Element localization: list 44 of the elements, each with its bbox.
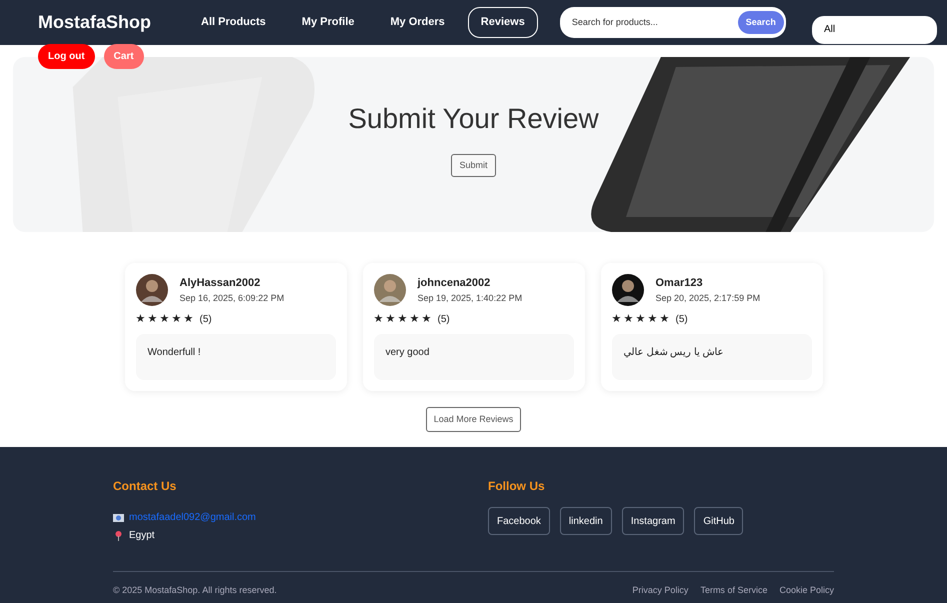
social-link[interactable]: linkedin — [560, 507, 612, 535]
follow-heading: Follow Us — [488, 478, 546, 495]
star-rating: ★ ★ ★ ★ ★ — [136, 312, 194, 327]
copyright-text: © 2025 MostafaShop. All rights reserved. — [113, 584, 277, 597]
rating-count: (5) — [438, 312, 450, 327]
avatar — [374, 274, 406, 306]
avatar — [612, 274, 644, 306]
nav-link[interactable]: My Orders — [377, 7, 458, 38]
hero-title: Submit Your Review — [348, 102, 599, 136]
reviewer-name: AlyHassan2002 — [180, 276, 262, 291]
reviewer-name: johncena2002 — [418, 276, 492, 291]
star-rating: ★ ★ ★ ★ ★ — [374, 312, 432, 327]
review-date: Sep 19, 2025, 1:40:22 PM — [418, 292, 522, 305]
review-date: Sep 16, 2025, 6:09:22 PM — [180, 292, 284, 305]
submit-button[interactable]: Submit — [451, 154, 496, 178]
social-link[interactable]: Facebook — [488, 507, 550, 535]
social-link[interactable]: GitHub — [694, 507, 744, 535]
category-select[interactable]: All — [812, 16, 937, 44]
logout-button[interactable]: Log out — [38, 44, 95, 69]
rating-count: (5) — [676, 312, 688, 327]
search-button[interactable]: Search — [738, 11, 784, 34]
load-more-button[interactable]: Load More Reviews — [426, 407, 522, 432]
pin-icon — [113, 530, 124, 540]
location-text: Egypt — [129, 529, 155, 543]
social-link[interactable]: Instagram — [622, 507, 684, 535]
review-text: very good — [386, 346, 430, 360]
review-text: Wonderfull ! — [148, 346, 201, 360]
nav-link[interactable]: My Profile — [288, 7, 368, 38]
footer-link[interactable]: Terms of Service — [700, 584, 768, 598]
footer-link[interactable]: Privacy Policy — [632, 584, 688, 598]
reviewer-name: Omar123 — [656, 276, 704, 291]
star-rating: ★ ★ ★ ★ ★ — [612, 312, 670, 327]
nav-link[interactable]: All Products — [188, 7, 279, 38]
envelope-icon — [113, 514, 124, 522]
footer-link[interactable]: Cookie Policy — [779, 584, 834, 598]
brand-logo[interactable]: MostafaShop — [38, 9, 178, 36]
rating-count: (5) — [200, 312, 212, 327]
search-bar[interactable]: Search for products... Search — [560, 7, 786, 38]
search-field[interactable]: Search for products... — [572, 16, 738, 30]
avatar — [136, 274, 168, 306]
nav-link[interactable]: Reviews — [468, 7, 538, 38]
review-text: عاش يا ريس شغل عالي — [624, 346, 724, 360]
contact-heading: Contact Us — [113, 478, 178, 495]
review-date: Sep 20, 2025, 2:17:59 PM — [656, 292, 760, 305]
